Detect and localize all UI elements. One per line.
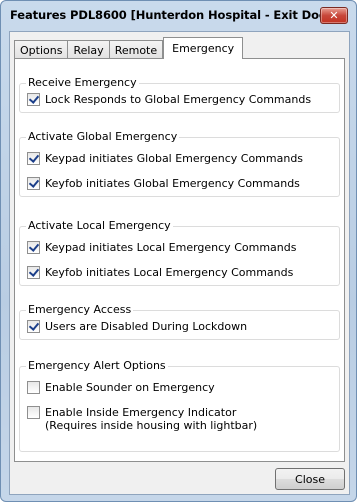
checkbox-label: Lock Responds to Global Emergency Comman… [45,93,312,106]
checkbox-row-enable-sounder[interactable]: Enable Sounder on Emergency [27,381,215,394]
checkbox-label: Keypad initiates Local Emergency Command… [45,241,297,254]
checkbox-row-lock-responds-global[interactable]: Lock Responds to Global Emergency Comman… [27,93,311,106]
checkbox-label: Keyfob initiates Global Emergency Comman… [45,177,300,190]
checkbox-enable-sounder[interactable] [27,381,40,394]
checkbox-sublabel: (Requires inside housing with lightbar) [45,419,258,432]
tab-remote[interactable]: Remote [108,40,164,59]
close-button[interactable]: Close [275,468,345,490]
group-title-receive-emergency: Receive Emergency [26,76,139,89]
group-title-emergency-alert-options: Emergency Alert Options [26,359,168,372]
emergency-tab-panel: Receive Emergency Lock Responds to Globa… [14,58,345,462]
tab-options[interactable]: Options [14,40,69,59]
checkbox-keypad-global[interactable] [27,152,40,165]
group-emergency-alert-options: Emergency Alert Options Enable Sounder o… [19,359,340,452]
title-bar[interactable]: Features PDL8600 [Hunterdon Hospital - E… [1,1,356,29]
dialog-client-area: Options Relay Remote Emergency Receive E… [9,31,350,495]
checkbox-label: Enable Inside Emergency Indicator [45,406,237,419]
group-activate-global-emergency: Activate Global Emergency Keypad initiat… [19,130,340,197]
checkbox-label: Users are Disabled During Lockdown [45,320,248,333]
group-activate-local-emergency: Activate Local Emergency Keypad initiate… [19,219,340,286]
checkbox-row-keyfob-global[interactable]: Keyfob initiates Global Emergency Comman… [27,177,300,190]
checkbox-label: Keyfob initiates Local Emergency Command… [45,266,294,279]
checkbox-label: Enable Sounder on Emergency [45,381,215,394]
checkbox-row-keypad-global[interactable]: Keypad initiates Global Emergency Comman… [27,152,303,165]
tab-strip: Options Relay Remote Emergency [14,37,244,59]
tab-emergency[interactable]: Emergency [163,37,244,59]
checkbox-keyfob-global[interactable] [27,177,40,190]
checkbox-row-keyfob-local[interactable]: Keyfob initiates Local Emergency Command… [27,266,293,279]
group-title-activate-local: Activate Local Emergency [26,219,173,232]
checkbox-users-disabled-lockdown[interactable] [27,320,40,333]
window-title: Features PDL8600 [Hunterdon Hospital - E… [10,8,338,22]
checkbox-lock-responds-global[interactable] [27,93,40,106]
tab-relay[interactable]: Relay [67,40,110,59]
checkbox-row-inside-indicator[interactable]: Enable Inside Emergency Indicator (Requi… [27,406,257,432]
group-emergency-access: Emergency Access Users are Disabled Duri… [19,303,340,340]
checkbox-label: Keypad initiates Global Emergency Comman… [45,152,304,165]
group-title-emergency-access: Emergency Access [26,303,134,316]
features-dialog: Features PDL8600 [Hunterdon Hospital - E… [0,0,357,502]
checkbox-label-stack: Enable Inside Emergency Indicator (Requi… [45,406,257,432]
checkbox-row-users-disabled[interactable]: Users are Disabled During Lockdown [27,320,247,333]
checkbox-inside-emergency-indicator[interactable] [27,406,40,419]
window-close-icon[interactable]: ✕ [320,7,348,24]
group-title-activate-global: Activate Global Emergency [26,130,180,143]
checkbox-keypad-local[interactable] [27,241,40,254]
checkbox-row-keypad-local[interactable]: Keypad initiates Local Emergency Command… [27,241,296,254]
checkbox-keyfob-local[interactable] [27,266,40,279]
group-receive-emergency: Receive Emergency Lock Responds to Globa… [19,76,340,113]
